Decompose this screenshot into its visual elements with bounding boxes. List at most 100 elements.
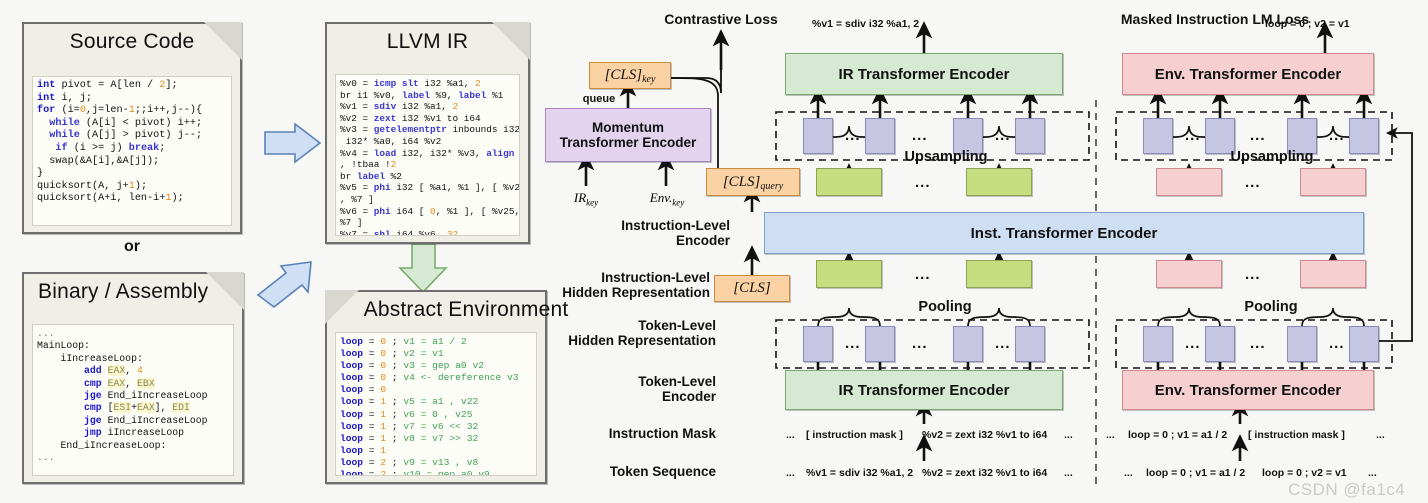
line2: Hidden Representation [568, 333, 716, 348]
env-seq-ellipsis-left: ... [1124, 467, 1133, 479]
line1: Instruction-Level [601, 270, 710, 285]
row-label-token-level-encoder: Token-Level Encoder [540, 374, 716, 404]
ellipsis: ... [1185, 127, 1201, 144]
momentum-title-line2: Transformer Encoder [559, 135, 697, 150]
env-mask-masked-token: [ instruction mask ] [1248, 429, 1345, 441]
pooling-label-ir: Pooling [918, 299, 972, 315]
llvm-ir-title: LLVM IR [386, 30, 469, 53]
ir-seq-next-token: %v2 = zext i32 %v1 to i64 [922, 467, 1048, 479]
env-mask-token: loop = 0 ; v1 = a1 / 2 [1128, 429, 1228, 441]
or-label: or [124, 238, 140, 255]
env-output-text: loop = 0 ; v2 = v1 [1265, 18, 1350, 30]
env-mask-ellipsis-right: ... [1376, 429, 1385, 441]
binary-assembly-card: Binary / Assembly ... MainLoop: iIncreas… [22, 272, 244, 484]
momentum-title-line1: Momentum [592, 120, 664, 135]
token-box [1349, 118, 1379, 154]
token-box [865, 118, 895, 154]
cls-query-box: [CLS] query [706, 168, 800, 196]
line1: Token-Level [638, 318, 716, 333]
queue-label: queue [582, 93, 616, 105]
block-arrow-binary-to-ir [256, 261, 312, 309]
ellipsis: ... [1245, 266, 1261, 283]
ir-output-text: %v1 = sdiv i32 %a1, 2 [812, 18, 920, 30]
row-label-instruction-mask: Instruction Mask [608, 426, 716, 441]
cls-query-text: [CLS] [722, 173, 761, 190]
ellipsis: ... [1329, 127, 1345, 144]
token-box [1287, 326, 1317, 362]
pooled-vector-ir [966, 260, 1032, 288]
line2: Hidden Representation [562, 285, 710, 300]
env-key-input-label: Env.key [649, 190, 685, 208]
row-label-token-level-hidden: Token-Level Hidden Representation [520, 318, 716, 348]
ellipsis: ... [915, 266, 931, 283]
token-box [1143, 326, 1173, 362]
binary-assembly-body: ... MainLoop: iIncreaseLoop: add EAX, 4 … [32, 324, 234, 476]
line1: Instruction-Level [621, 218, 730, 233]
ellipsis: ... [845, 335, 861, 352]
row-label-instruction-level-hidden: Instruction-Level Hidden Representation [520, 270, 710, 300]
ir-seq-token: %v1 = sdiv i32 %a1, 2 [806, 467, 914, 479]
cls-plain-box: [CLS] [714, 275, 790, 302]
row-label-token-sequence: Token Sequence [609, 464, 716, 479]
binary-assembly-title: Binary / Assembly [38, 280, 209, 303]
ellipsis: ... [912, 127, 928, 144]
llvm-ir-card: LLVM IR %v0 = icmp slt i32 %a1, 2 br i1 … [325, 22, 530, 244]
token-box [803, 118, 833, 154]
token-box [1143, 118, 1173, 154]
ellipsis: ... [995, 335, 1011, 352]
block-arrow-source-to-ir [264, 122, 322, 164]
cls-query-subscript: query [760, 181, 784, 192]
momentum-transformer-encoder: Momentum Transformer Encoder [545, 108, 711, 162]
ir-mask-next-token: %v2 = zext i32 %v1 to i64 [922, 429, 1048, 441]
llvm-ir-body: %v0 = icmp slt i32 %a1, 2 br i1 %v0, lab… [335, 74, 520, 236]
env-seq-token: loop = 0 ; v1 = a1 / 2 [1146, 467, 1246, 479]
ellipsis: ... [995, 127, 1011, 144]
source-code-body: int pivot = A[len / 2]; int i, j; for (i… [32, 76, 232, 226]
env-transformer-encoder-top: Env. Transformer Encoder [1122, 53, 1374, 95]
ir-seq-ellipsis-left: ... [786, 467, 795, 479]
watermark: CSDN @fa1c4 [1288, 480, 1406, 499]
ir-transformer-encoder-top: IR Transformer Encoder [785, 53, 1063, 95]
ellipsis: ... [845, 127, 861, 144]
ellipsis: ... [1185, 335, 1201, 352]
token-box [1205, 326, 1235, 362]
env-seq-next-token: loop = 0 ; v2 = v1 [1262, 467, 1347, 479]
source-code-title: Source Code [69, 30, 195, 53]
token-box [1015, 118, 1045, 154]
upsampling-label-ir: Upsampling [904, 149, 988, 165]
cls-key-box: [CLS] key [589, 62, 671, 89]
env-transformer-encoder-bottom: Env. Transformer Encoder [1122, 370, 1374, 410]
token-box [1015, 326, 1045, 362]
inst-transformer-encoder: Inst. Transformer Encoder [764, 212, 1364, 254]
ir-mask-token: [ instruction mask ] [806, 429, 903, 441]
cls-plain-text: [CLS] [733, 280, 771, 296]
line1: Token-Level [638, 374, 716, 389]
contrastive-loss-label: Contrastive Loss [664, 11, 778, 27]
source-code-card: Source Code int pivot = A[len / 2]; int … [22, 22, 242, 234]
token-box [803, 326, 833, 362]
env-seq-ellipsis-right: ... [1368, 467, 1377, 479]
pooled-vector-ir [816, 260, 882, 288]
upsampling-label-env: Upsampling [1230, 149, 1314, 165]
arrow-ir-to-abstract-env [398, 243, 448, 294]
token-box [1349, 326, 1379, 362]
env-mask-ellipsis-left: ... [1106, 429, 1115, 441]
instruction-vector-ir [966, 168, 1032, 196]
ellipsis: ... [1250, 335, 1266, 352]
ellipsis: ... [1250, 127, 1266, 144]
ir-key-input-label: IRkey [573, 190, 599, 208]
token-box [865, 326, 895, 362]
instruction-vector-env [1300, 168, 1366, 196]
cls-key-subscript: key [642, 74, 656, 85]
token-box [953, 326, 983, 362]
ir-mask-ellipsis-right: ... [1064, 429, 1073, 441]
instruction-vector-ir [816, 168, 882, 196]
ellipsis: ... [915, 174, 931, 191]
ellipsis: ... [912, 335, 928, 352]
line2: Encoder [661, 389, 716, 404]
architecture-diagram: Source Code int pivot = A[len / 2]; int … [0, 0, 1428, 503]
cls-key-text: [CLS] [604, 67, 643, 83]
pooled-vector-env [1300, 260, 1366, 288]
ir-seq-ellipsis-right: ... [1064, 467, 1073, 479]
pooling-label-env: Pooling [1244, 299, 1298, 315]
